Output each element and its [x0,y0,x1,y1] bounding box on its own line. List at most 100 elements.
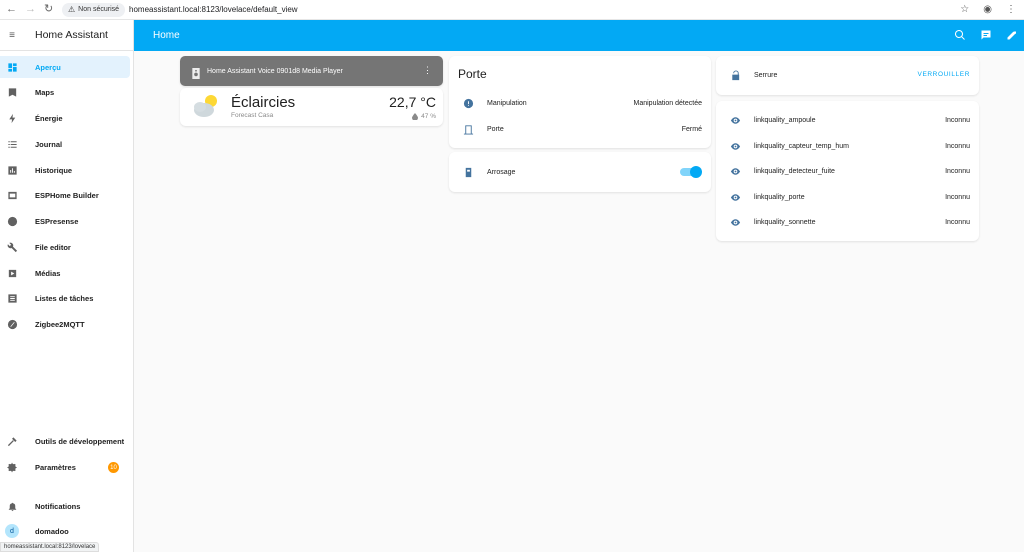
sidebar-item-historique[interactable]: Historique [0,159,133,181]
status-url: homeassistant.local:8123/lovelace [0,542,100,552]
entity-row[interactable]: linkquality_capteur_temp_hum Inconnu [716,136,979,156]
sidebar-item-medias[interactable]: Médias [0,262,133,284]
bookmark-star-icon[interactable]: ☆ [960,4,969,16]
sidebar-item-listes[interactable]: Listes de tâches [0,287,133,309]
entity-name: linkquality_capteur_temp_hum [754,142,849,150]
reload-icon[interactable]: ↻ [44,4,53,15]
search-icon[interactable] [954,29,966,41]
wrench-icon [0,242,24,253]
browser-toolbar: ← → ↻ ⚠ Non sécurisé homeassistant.local… [0,0,1024,20]
zigbee-icon [0,319,24,330]
sidebar-item-label: Médias [35,268,61,278]
humidity-value: 47 % [421,113,436,120]
door-icon [463,124,473,135]
card-title: Porte [458,67,487,81]
eye-icon [730,142,740,150]
menu-collapse-icon[interactable]: ≡ [0,30,24,41]
entity-name: linkquality_sonnette [754,218,816,226]
entity-row[interactable]: linkquality_sonnette Inconnu [716,212,979,232]
weather-humidity: 47 % [412,113,436,120]
entity-row[interactable]: linkquality_porte Inconnu [716,187,979,207]
sidebar-item-parametres[interactable]: Paramètres 10 [0,456,133,478]
entity-row[interactable]: Porte Fermé [449,119,711,139]
eye-icon [730,193,740,201]
sidebar-item-label: ESPHome Builder [35,190,99,200]
weather-card[interactable]: Éclaircies Forecast Casa 22,7 °C 47 % [180,88,443,126]
arrosage-card: Arrosage [449,152,711,192]
entity-state: Inconnu [945,167,970,175]
security-label: Non sécurisé [78,6,120,13]
sidebar-item-zigbee2mqtt[interactable]: Zigbee2MQTT [0,313,133,335]
security-chip[interactable]: ⚠ Non sécurisé [62,2,126,17]
serrure-card: Serrure VERROUILLER [716,56,979,95]
entity-row[interactable]: Manipulation Manipulation détectée [449,93,711,113]
sidebar-header: ≡ Home Assistant [0,20,133,51]
espresense-icon [0,216,24,227]
media-player-name: Home Assistant Voice 0901d8 Media Player [207,67,343,75]
checklist-icon [0,293,24,304]
hammer-icon [0,436,24,447]
entity-name: Arrosage [487,168,516,176]
dashboard-icon [0,62,24,73]
sidebar-item-energie[interactable]: Énergie [0,107,133,129]
entity-state: Inconnu [945,193,970,201]
entity-name: linkquality_porte [754,193,805,201]
sidebar-item-label: Listes de tâches [35,293,94,303]
app-toolbar: Home [134,20,1024,51]
sidebar-item-esphome[interactable]: ESPHome Builder [0,184,133,206]
forward-icon[interactable]: → [25,4,36,15]
sidebar-title: Home Assistant [35,29,108,41]
entity-state: Manipulation détectée [633,99,703,107]
browser-menu-icon[interactable]: ⋮ [1006,4,1016,16]
linkquality-card: linkquality_ampoule Inconnu linkquality_… [716,101,979,241]
entity-state: Inconnu [945,142,970,150]
sidebar-item-apercu[interactable]: Aperçu [0,56,130,78]
entity-row[interactable]: linkquality_detecteur_fuite Inconnu [716,161,979,181]
sidebar-item-notifications[interactable]: Notifications [0,495,133,517]
avatar: d [5,524,19,538]
media-icon [0,268,24,279]
sidebar-item-label: Journal [35,139,63,149]
entity-state: Fermé [681,125,702,133]
sidebar-item-label: Historique [35,165,73,175]
sidebar-item-label: Notifications [35,501,81,511]
weather-condition: Éclaircies [231,94,296,111]
list-icon [0,139,24,150]
assist-icon[interactable] [980,29,992,41]
more-vert-icon[interactable]: ⋮ [423,65,432,75]
sidebar-item-outils[interactable]: Outils de développement [0,430,133,452]
speaker-icon [191,66,201,79]
settings-badge: 10 [108,462,119,473]
weather-name: Forecast Casa [231,112,274,119]
back-icon[interactable]: ← [6,4,17,15]
entity-name: linkquality_detecteur_fuite [754,167,835,175]
sidebar-item-user[interactable]: d domadoo [0,520,133,542]
eye-icon [730,218,740,226]
sidebar-item-journal[interactable]: Journal [0,133,133,155]
sidebar: ≡ Home Assistant Aperçu Maps Énergie Jou… [0,20,134,552]
profile-icon[interactable]: ◉ [983,4,992,16]
partly-cloudy-icon [194,95,217,117]
page-title: Home [153,30,180,41]
entity-state: Inconnu [945,116,970,124]
lock-open-icon [731,69,739,80]
address-bar[interactable]: homeassistant.local:8123/lovelace/defaul… [129,5,298,14]
warning-icon: ⚠ [68,5,76,14]
sidebar-item-label: ESPresense [35,216,79,226]
eye-icon [730,116,740,124]
lightning-icon [0,113,24,124]
entity-name: linkquality_ampoule [754,116,816,124]
sidebar-item-file-editor[interactable]: File editor [0,236,133,258]
sidebar-item-espresense[interactable]: ESPresense [0,210,133,232]
sidebar-item-label: Zigbee2MQTT [35,319,85,329]
sidebar-item-label: Paramètres [35,462,76,472]
edit-pencil-icon[interactable] [1006,29,1018,41]
media-player-card[interactable]: Home Assistant Voice 0901d8 Media Player… [180,56,443,86]
lock-button[interactable]: VERROUILLER [918,71,970,78]
entity-row[interactable]: Arrosage [449,162,711,182]
arrosage-toggle[interactable] [680,166,702,178]
entity-row[interactable]: linkquality_ampoule Inconnu [716,110,979,130]
bell-icon [0,501,24,512]
sidebar-item-label: Aperçu [35,62,61,72]
sidebar-item-maps[interactable]: Maps [0,81,133,103]
